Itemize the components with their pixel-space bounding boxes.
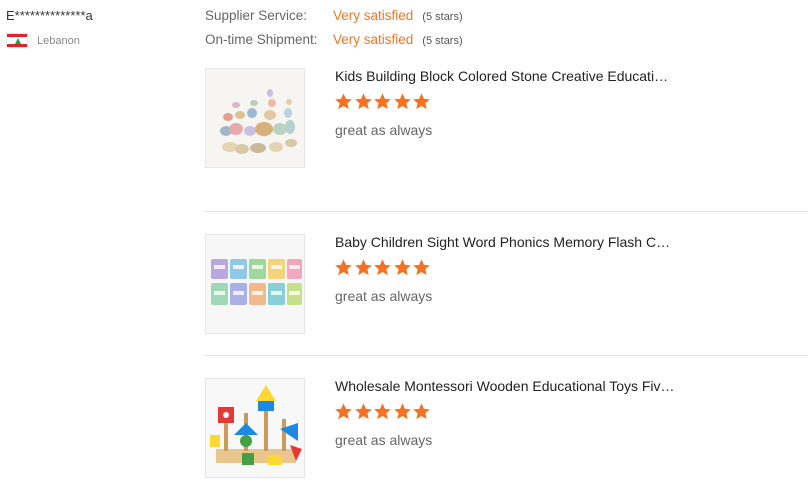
star-icon: [335, 259, 352, 276]
star-icon: [374, 259, 391, 276]
review-item: Baby Children Sight Word Phonics Memory …: [205, 212, 808, 356]
product-image-flash-cards[interactable]: [205, 234, 305, 334]
star-icon: [354, 93, 372, 110]
star-icon: [413, 403, 430, 420]
star-icon: [374, 93, 391, 110]
country-name: Lebanon: [37, 34, 80, 47]
seller-ratings: Supplier Service: Very satisfied (5 star…: [205, 8, 463, 56]
review-comment: great as always: [335, 122, 433, 138]
star-icon: [374, 403, 391, 420]
lebanon-flag-icon: [6, 33, 28, 48]
star-icon: [354, 403, 372, 420]
star-icon: [393, 403, 411, 420]
star-rating: [334, 92, 432, 111]
supplier-service-rating: Supplier Service: Very satisfied (5 star…: [205, 8, 463, 32]
rating-value: Very satisfied: [333, 32, 414, 47]
reviewer-name: E**************a: [6, 8, 93, 23]
product-title-link[interactable]: Kids Building Block Colored Stone Creati…: [335, 68, 675, 84]
rating-stars-text: (5 stars): [422, 35, 463, 47]
reviewer-info: E**************a Lebanon: [6, 8, 196, 48]
review-comment: great as always: [335, 432, 433, 448]
rating-value: Very satisfied: [333, 8, 414, 23]
star-icon: [393, 93, 411, 110]
on-time-shipment-rating: On-time Shipment: Very satisfied (5 star…: [205, 32, 463, 56]
star-rating: [334, 258, 432, 277]
star-icon: [335, 403, 352, 420]
review-item: Wholesale Montessori Wooden Educational …: [205, 356, 808, 486]
review-item: Kids Building Block Colored Stone Creati…: [205, 68, 808, 212]
star-icon: [393, 259, 411, 276]
star-rating: [334, 402, 432, 421]
review-comment: great as always: [335, 288, 433, 304]
reviewer-country: Lebanon: [6, 33, 196, 48]
product-review-list: Kids Building Block Colored Stone Creati…: [205, 68, 808, 486]
star-icon: [413, 259, 430, 276]
rating-stars-text: (5 stars): [422, 11, 463, 23]
product-title-link[interactable]: Wholesale Montessori Wooden Educational …: [335, 378, 675, 394]
product-title-link[interactable]: Baby Children Sight Word Phonics Memory …: [335, 234, 675, 250]
star-icon: [354, 259, 372, 276]
rating-label: On-time Shipment:: [205, 32, 318, 47]
product-image-wooden-toy[interactable]: [205, 378, 305, 478]
star-icon: [335, 93, 352, 110]
product-image-stacking-stones[interactable]: [205, 68, 305, 168]
rating-label: Supplier Service:: [205, 8, 308, 23]
star-icon: [413, 93, 430, 110]
